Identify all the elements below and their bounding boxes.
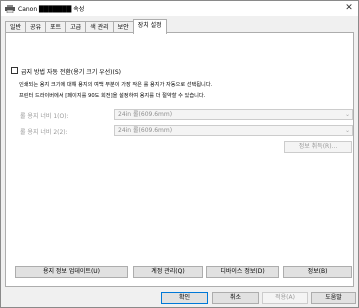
roll-width-2-value: 24in 롤(609.6mm)	[118, 127, 173, 134]
account-management-button[interactable]: 계정 관리(Q)	[133, 266, 203, 278]
title-bar: Canon ███████ 속성 ✕	[1, 1, 358, 16]
roll-width-1-value: 24in 롤(609.6mm)	[118, 111, 173, 118]
update-paper-info-button[interactable]: 용지 정보 업데이트(U)	[15, 266, 128, 278]
roll-width-2-select[interactable]: 24in 롤(609.6mm) ⌄	[114, 125, 353, 136]
chevron-down-icon: ⌄	[344, 127, 350, 134]
properties-window: Canon ███████ 속성 ✕ 일반 공유 포트 고급 색 관리 보안 장…	[0, 0, 359, 308]
roll-width-2-label: 롤 용지 너비 2(2):	[20, 129, 68, 136]
device-info-button[interactable]: 디바이스 정보(D)	[206, 266, 279, 278]
apply-button[interactable]: 적용(A)	[262, 292, 308, 304]
description-line-1: 인쇄되는 용지 크기에 대해 용지의 여백 부분이 가장 작은 롤 용지가 자동…	[19, 82, 213, 88]
device-settings-panel: 급지 방법 자동 전환(용기 크기 우선)(S) 인쇄되는 용지 크기에 대해 …	[5, 32, 354, 287]
cancel-button[interactable]: 취소	[212, 292, 259, 304]
roll-width-1-select[interactable]: 24in 롤(609.6mm) ⌄	[114, 109, 353, 120]
printer-icon	[5, 4, 15, 13]
description-line-2: 프린터 드라이버에서 [페이지를 90도 회전]을 설정하여 용지를 더 절약할…	[19, 93, 206, 99]
get-info-button[interactable]: 정보 취득(R)...	[284, 141, 352, 153]
window-title: Canon ███████ 속성	[18, 6, 85, 13]
ok-button[interactable]: 확인	[161, 292, 208, 304]
about-button[interactable]: 정보(B)	[283, 266, 352, 278]
tab-device-settings[interactable]: 장치 설정	[132, 19, 167, 34]
roll-width-1-label: 롤 용지 너비 1(O):	[20, 113, 69, 120]
auto-switch-label[interactable]: 급지 방법 자동 전환(용기 크기 우선)(S)	[21, 67, 121, 76]
help-button[interactable]: 도움말	[311, 292, 356, 304]
close-icon[interactable]: ✕	[344, 3, 354, 13]
chevron-down-icon: ⌄	[344, 111, 350, 118]
auto-switch-checkbox[interactable]	[11, 67, 18, 74]
